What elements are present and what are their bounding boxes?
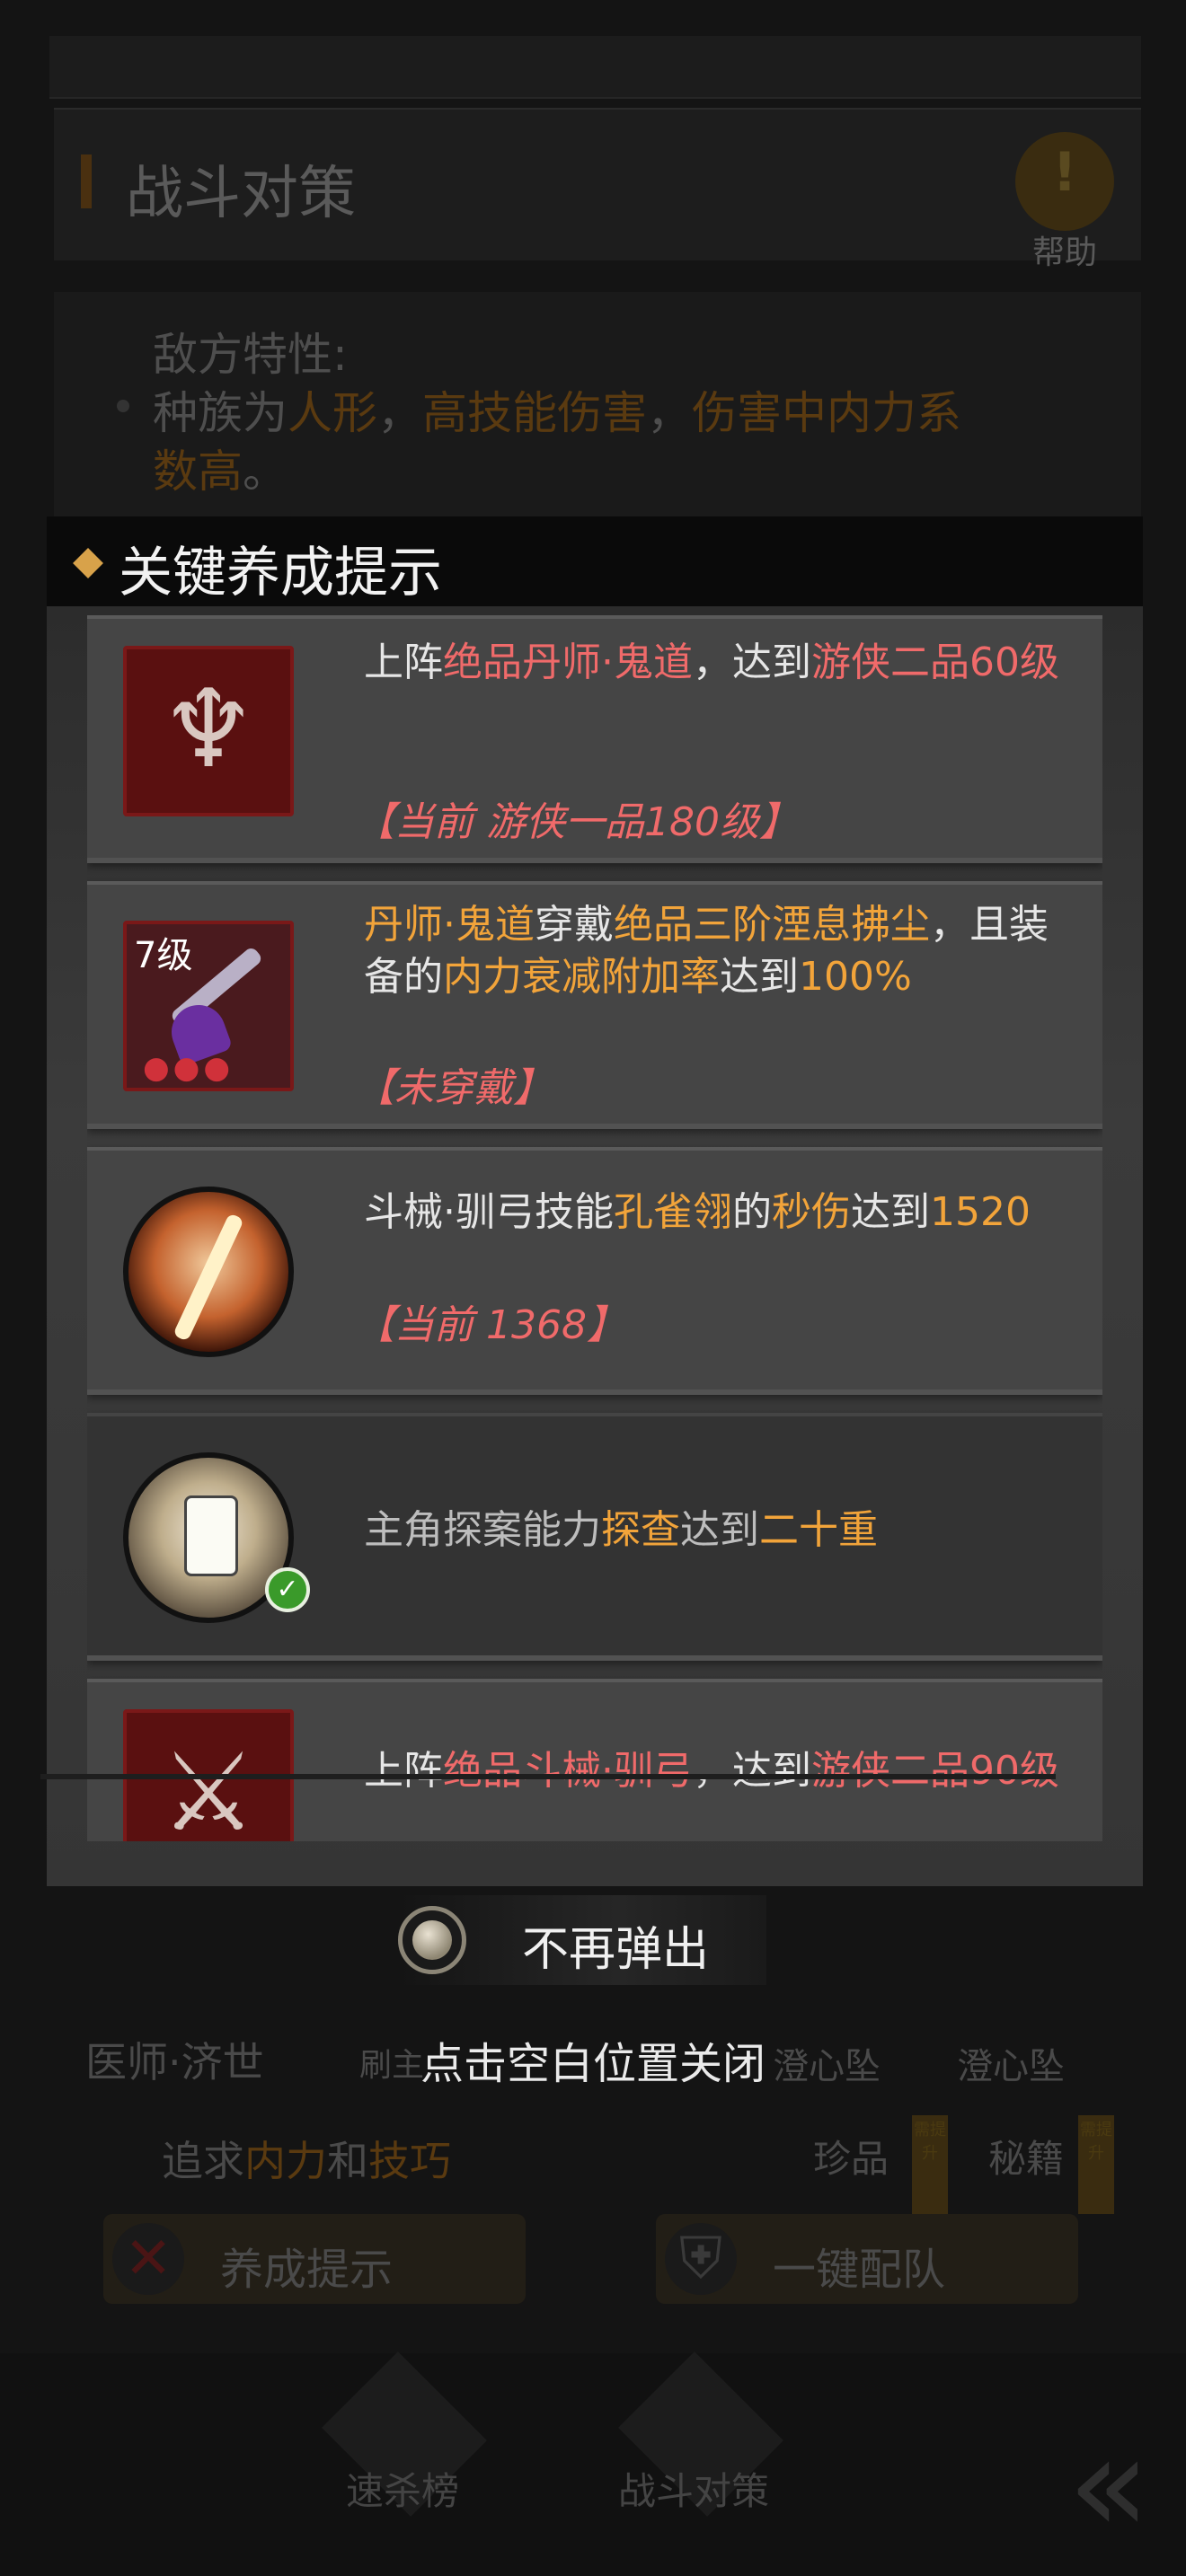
item-level: 7级 xyxy=(134,935,193,976)
nav-strategy[interactable]: 战斗对策 xyxy=(618,2461,769,2516)
dont-show-again-toggle[interactable]: 不再弹出 xyxy=(398,1895,766,1985)
hint-card[interactable]: 7级 ●●● 丹师·鬼道穿戴绝品三阶湮息拂尘，且装备的内力衰减附加率达到100%… xyxy=(87,881,1102,1129)
strategy-header: 战斗对策 ! 帮助 xyxy=(54,108,1141,271)
treasure-upgrade-tag: 需提升 xyxy=(912,2115,948,2214)
enemy-traits-line1: 种族为人形，高技能伤害，伤害中内力系 xyxy=(153,387,961,439)
manual-link[interactable]: 秘籍 xyxy=(988,2129,1064,2183)
hint-status: 【未穿戴】 xyxy=(355,1065,553,1111)
header-marker xyxy=(81,154,92,208)
close-x-icon: ✕ xyxy=(112,2223,184,2295)
modal-title: 关键养成提示 xyxy=(119,542,442,604)
bullet-icon xyxy=(117,400,129,412)
cultivate-hint-label: 养成提示 xyxy=(220,2245,394,2295)
pursuit-text: 追求内力和技巧 xyxy=(162,2137,451,2185)
whisk-weapon-icon: 7级 ●●● xyxy=(123,921,294,1091)
hint-text: 上阵绝品丹师·鬼道，达到游侠二品60级 xyxy=(364,640,1059,685)
dont-show-again-label: 不再弹出 xyxy=(522,1923,710,1977)
auto-team-button[interactable]: ⛨ 一键配队 xyxy=(656,2214,1078,2304)
modal-header: 关键养成提示 xyxy=(47,516,1143,606)
skill-slash xyxy=(173,1213,244,1342)
hint-text: 上阵绝品斗械·驯弓，达到游侠二品90级 xyxy=(364,1748,1059,1794)
enemy-traits-panel: 敌方特性: 种族为人形，高技能伤害，伤害中内力系 数高。 xyxy=(54,292,1141,516)
list-divider xyxy=(40,1774,1056,1779)
quality-stars-icon: ●●● xyxy=(143,1050,235,1086)
guidao-emblem-icon: ♆ xyxy=(123,646,294,816)
top-bar xyxy=(49,36,1141,99)
hint-status: 【当前 1368】 xyxy=(355,1302,626,1348)
back-chevron-icon[interactable]: « xyxy=(1067,2407,1150,2563)
check-icon: ✓ xyxy=(265,1567,310,1612)
exclamation-icon: ! xyxy=(1052,141,1077,204)
modal-body: ♆ 上阵绝品丹师·鬼道，达到游侠二品60级 【当前 游侠一品180级】 7级 ●… xyxy=(47,606,1143,1886)
help-button[interactable]: ! 帮助 xyxy=(1015,132,1114,271)
cultivation-hint-modal: 关键养成提示 ♆ 上阵绝品丹师·鬼道，达到游侠二品60级 【当前 游侠一品180… xyxy=(47,516,1143,1886)
manual-upgrade-tag: 需提升 xyxy=(1078,2115,1114,2214)
hint-card[interactable]: ♆ 上阵绝品丹师·鬼道，达到游侠二品60级 【当前 游侠一品180级】 xyxy=(87,615,1102,863)
hint-list[interactable]: ♆ 上阵绝品丹师·鬼道，达到游侠二品60级 【当前 游侠一品180级】 7级 ●… xyxy=(87,615,1102,1841)
lantern-body xyxy=(184,1495,238,1576)
nav-ranking[interactable]: 速杀榜 xyxy=(346,2461,459,2516)
hint-text: 主角探案能力探查达到二十重 xyxy=(364,1507,878,1553)
shield-sword-icon: ⛨ xyxy=(665,2223,737,2295)
hint-card[interactable]: ✓ 主角探案能力探查达到二十重 xyxy=(87,1413,1102,1661)
hint-text: 斗械·驯弓技能孔雀翎的秒伤达到1520 xyxy=(364,1189,1031,1235)
help-label: 帮助 xyxy=(1031,234,1097,271)
enemy-traits-line2: 数高。 xyxy=(153,446,288,498)
hint-text: 丹师·鬼道穿戴绝品三阶湮息拂尘，且装备的内力衰减附加率达到100% xyxy=(364,902,1049,1000)
hint-card[interactable]: 斗械·驯弓技能孔雀翎的秒伤达到1520 【当前 1368】 xyxy=(87,1147,1102,1395)
bottom-nav: 速杀榜 战斗对策 « xyxy=(0,2351,1186,2576)
diamond-icon xyxy=(73,548,103,578)
hint-status: 【当前 游侠一品180级】 xyxy=(355,799,799,845)
enemy-traits-label: 敌方特性: xyxy=(153,329,348,381)
auto-team-label: 一键配队 xyxy=(773,2245,946,2295)
radio-knob xyxy=(412,1920,452,1960)
treasure-link[interactable]: 珍品 xyxy=(813,2129,889,2183)
peacock-feather-skill-icon xyxy=(123,1187,294,1357)
radio-icon[interactable] xyxy=(398,1906,466,1974)
page-title: 战斗对策 xyxy=(126,161,356,227)
hint-card[interactable]: ⚔ 上阵绝品斗械·驯弓，达到游侠二品90级 xyxy=(87,1679,1102,1841)
cultivate-hint-button[interactable]: ✕ 养成提示 xyxy=(103,2214,526,2304)
tap-to-close-hint[interactable]: 点击空白位置关闭 xyxy=(0,2028,1186,2091)
